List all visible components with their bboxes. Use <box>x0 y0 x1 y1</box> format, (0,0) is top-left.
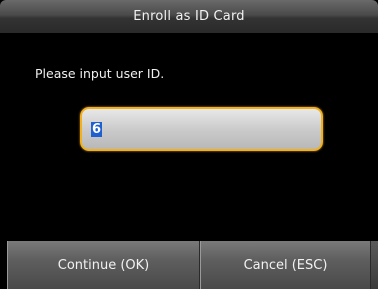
cancel-button-label: Cancel (ESC) <box>243 257 328 273</box>
continue-button-label: Continue (OK) <box>57 257 150 273</box>
footer-edge <box>371 241 378 289</box>
page-title: Enroll as ID Card <box>133 9 245 24</box>
user-id-prompt: Please input user ID. <box>35 66 165 81</box>
user-id-value: 6 <box>91 122 103 137</box>
enroll-screen: Enroll as ID Card Please input user ID. … <box>0 0 378 289</box>
footer-bar: Continue (OK) Cancel (ESC) <box>0 241 378 289</box>
user-id-input[interactable]: 6 <box>80 107 323 151</box>
continue-button[interactable]: Continue (OK) <box>7 241 200 289</box>
title-bar: Enroll as ID Card <box>0 0 378 33</box>
cancel-button[interactable]: Cancel (ESC) <box>200 241 371 289</box>
